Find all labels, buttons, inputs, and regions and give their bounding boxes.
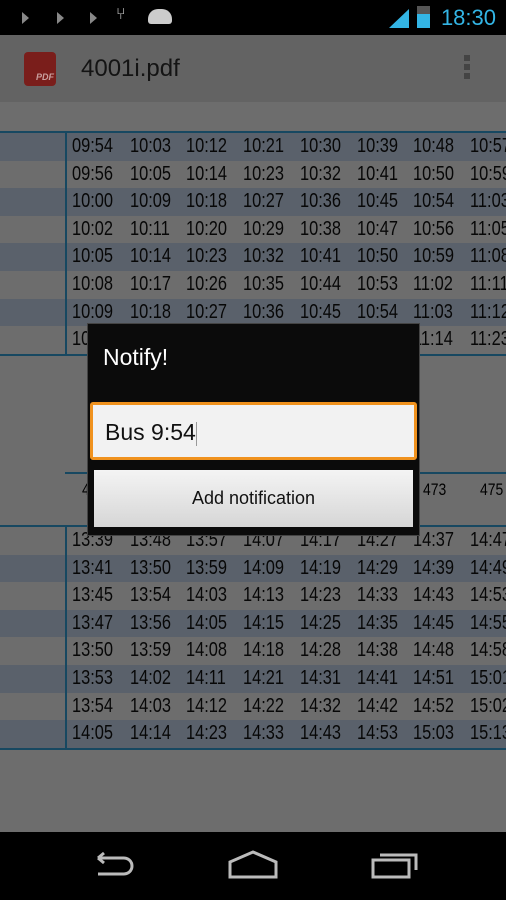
- overflow-menu-icon[interactable]: [464, 55, 470, 82]
- play-icon: [57, 12, 64, 24]
- document-title: 4001i.pdf: [81, 55, 180, 82]
- play-icon: [22, 12, 29, 24]
- android-icon: [148, 9, 172, 24]
- navigation-bar: [0, 832, 506, 900]
- play-icon: [90, 12, 97, 24]
- signal-icon: [389, 9, 409, 28]
- usb-icon: ⑂: [116, 6, 126, 23]
- clock: 18:30: [440, 5, 496, 30]
- back-icon[interactable]: [88, 850, 136, 880]
- action-bar: PDF 4001i.pdf: [0, 35, 506, 102]
- battery-charging-icon: [417, 6, 430, 28]
- recent-apps-icon[interactable]: [370, 850, 420, 880]
- dialog-title: Notify!: [103, 344, 169, 370]
- add-notification-button[interactable]: Add notification: [94, 470, 413, 527]
- pdf-app-icon[interactable]: PDF: [24, 52, 56, 86]
- input-value: Bus 9:54: [105, 419, 196, 445]
- home-icon[interactable]: [227, 850, 279, 880]
- notification-text-input[interactable]: Bus 9:54: [90, 402, 417, 460]
- status-bar: ⑂ 18:30: [0, 0, 506, 35]
- notify-dialog: Notify! Bus 9:54 Add notification: [87, 323, 420, 536]
